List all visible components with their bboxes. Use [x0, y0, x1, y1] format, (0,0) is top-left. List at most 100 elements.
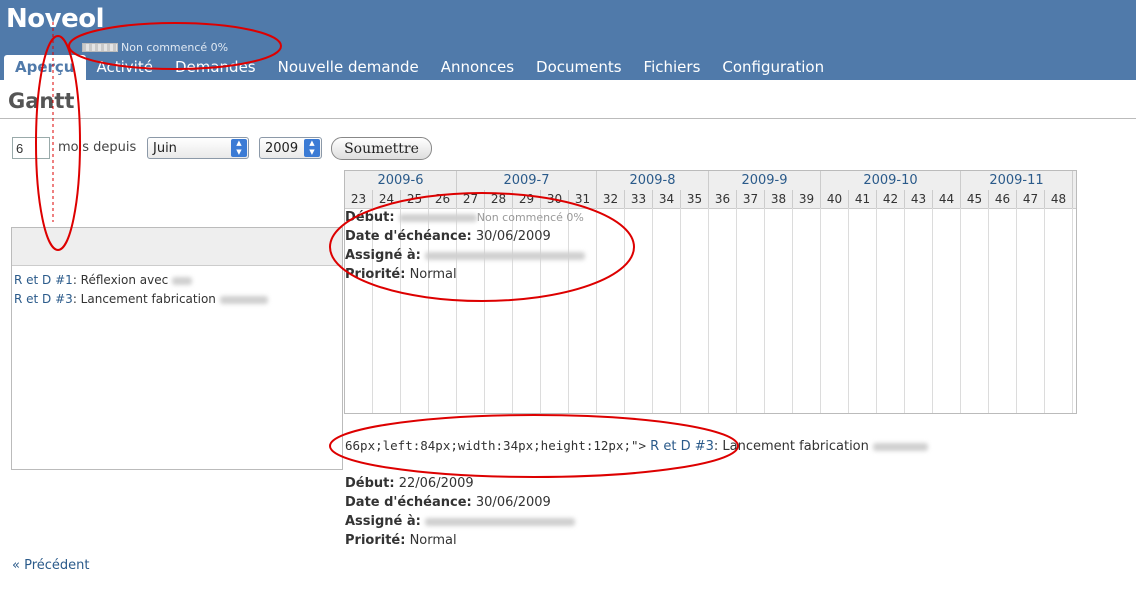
page-title: Gantt	[8, 89, 75, 113]
gantt-week-43: 43	[905, 190, 933, 208]
menu-item-0[interactable]: Aperçu	[4, 55, 86, 80]
gantt-month-2009-7[interactable]: 2009-7	[457, 171, 597, 190]
gantt-week-39: 39	[793, 190, 821, 208]
gantt-week-30: 30	[541, 190, 569, 208]
issue-row: R et D #1: Réflexion avec	[14, 273, 193, 287]
tooltip-start-row: Début: 22/06/2009	[345, 476, 474, 491]
gantt-week-24: 24	[373, 190, 401, 208]
tooltip-due-row: Date d'échéance: 30/06/2009	[345, 229, 551, 244]
progress-indicator: Non commencé 0%	[82, 41, 228, 54]
header-bar: Noveol Non commencé 0% Aperçu Activité Dem…	[0, 0, 1136, 80]
due-label: Date d'échéance:	[345, 495, 472, 510]
priority-label: Priorité:	[345, 267, 406, 282]
issue-link[interactable]: R et D #1	[14, 273, 73, 287]
menu-item-2[interactable]: Demandes	[164, 55, 267, 80]
broken-html-fragment: 66px;left:84px;width:34px;height:12px;">…	[345, 438, 929, 454]
redacted-text	[172, 276, 193, 285]
redacted-text	[425, 251, 586, 260]
gantt-week-gridline	[876, 208, 877, 413]
previous-link[interactable]: « Précédent	[12, 558, 90, 573]
gantt-week-gridline	[624, 208, 625, 413]
gantt-weeks-row: 23 24 25 26 27 28 29 30 31 32 33 34 35 36 37 38 39 40 41 42…	[345, 190, 1076, 209]
gantt-week-gridline	[708, 208, 709, 413]
issue-subject: : Lancement fabrication	[72, 292, 216, 306]
gantt-week-25: 25	[401, 190, 429, 208]
due-label: Date d'échéance:	[345, 229, 472, 244]
year-select-value: 2009	[265, 141, 299, 156]
gantt-month-2009-6[interactable]: 2009-6	[345, 171, 457, 190]
start-label: Début:	[345, 210, 395, 225]
redacted-text	[425, 517, 576, 526]
gantt-week-23: 23	[345, 190, 373, 208]
gantt-week-gridline	[1016, 208, 1017, 413]
gantt-week-gridline	[596, 208, 597, 413]
gantt-week-31: 31	[569, 190, 597, 208]
month-select-value: Juin	[153, 141, 177, 156]
assignee-label: Assigné à:	[345, 248, 421, 263]
menu-item-3[interactable]: Nouvelle demande	[267, 55, 430, 80]
gantt-month-2009-11[interactable]: 2009-11	[961, 171, 1073, 190]
gantt-week-40: 40	[821, 190, 849, 208]
assignee-label: Assigné à:	[345, 514, 421, 529]
subjects-header	[12, 228, 342, 266]
gantt-week-36: 36	[709, 190, 737, 208]
gantt-months-row: 2009-6 2009-7 2009-8 2009-9 2009-10 2009-11	[345, 171, 1076, 191]
tooltip-overlay-text: Non commencé 0%	[476, 211, 584, 224]
progress-bar	[82, 42, 118, 52]
gantt-week-gridline	[848, 208, 849, 413]
month-select[interactable]: Juin ▲ ▼	[147, 137, 249, 159]
gantt-week-42: 42	[877, 190, 905, 208]
menu-item-5[interactable]: Documents	[525, 55, 633, 80]
gantt-week-41: 41	[849, 190, 877, 208]
gantt-week-34: 34	[653, 190, 681, 208]
gantt-week-gridline	[680, 208, 681, 413]
gantt-month-2009-10[interactable]: 2009-10	[821, 171, 961, 190]
issue-row: R et D #3: Lancement fabrication	[14, 292, 268, 306]
due-value: 30/06/2009	[475, 229, 551, 244]
issue-subject: : Réflexion avec	[72, 273, 169, 287]
due-value: 30/06/2009	[475, 495, 551, 510]
gantt-week-gridline	[652, 208, 653, 413]
gantt-week-gridline	[736, 208, 737, 413]
issue-link[interactable]: R et D #3	[14, 292, 73, 306]
tooltip-assignee-row: Assigné à:	[345, 248, 586, 263]
submit-button[interactable]: Soumettre	[331, 137, 432, 160]
gantt-week-35: 35	[681, 190, 709, 208]
gantt-week-46: 46	[989, 190, 1017, 208]
gantt-week-38: 38	[765, 190, 793, 208]
gantt-week-26: 26	[429, 190, 457, 208]
gantt-week-gridline	[764, 208, 765, 413]
issue-subject: : Lancement fabrication	[713, 439, 869, 454]
year-select[interactable]: 2009 ▲ ▼	[259, 137, 322, 159]
gantt-week-gridline	[1072, 208, 1073, 413]
gantt-week-gridline	[820, 208, 821, 413]
menu-item-6[interactable]: Fichiers	[633, 55, 712, 80]
redacted-text	[398, 213, 477, 222]
issue-link[interactable]: R et D #3	[650, 439, 714, 454]
select-arrows-icon: ▲ ▼	[231, 139, 247, 157]
months-input[interactable]	[12, 137, 50, 159]
menu-item-1[interactable]: Activité	[86, 55, 164, 80]
tooltip-due-row: Date d'échéance: 30/06/2009	[345, 495, 551, 510]
gantt-week-45: 45	[961, 190, 989, 208]
tooltip-priority-row: Priorité: Normal	[345, 533, 457, 548]
gantt-week-29: 29	[513, 190, 541, 208]
redacted-text	[873, 442, 929, 451]
gantt-week-gridline	[932, 208, 933, 413]
gantt-week-gridline	[960, 208, 961, 413]
gantt-week-33: 33	[625, 190, 653, 208]
menu-item-4[interactable]: Annonces	[430, 55, 525, 80]
gantt-week-gridline	[792, 208, 793, 413]
gantt-week-gridline	[568, 208, 569, 413]
months-label: mois depuis	[58, 140, 137, 155]
start-value: 22/06/2009	[398, 476, 474, 491]
redacted-text	[219, 295, 268, 304]
gantt-month-2009-9[interactable]: 2009-9	[709, 171, 821, 190]
start-label: Début:	[345, 476, 395, 491]
gantt-chart: 2009-6 2009-7 2009-8 2009-9 2009-10 2009-11 2…	[344, 170, 1077, 414]
title-divider	[0, 118, 1136, 119]
gantt-week-gridline	[988, 208, 989, 413]
priority-value: Normal	[409, 533, 457, 548]
gantt-month-2009-8[interactable]: 2009-8	[597, 171, 709, 190]
menu-item-7[interactable]: Configuration	[711, 55, 835, 80]
